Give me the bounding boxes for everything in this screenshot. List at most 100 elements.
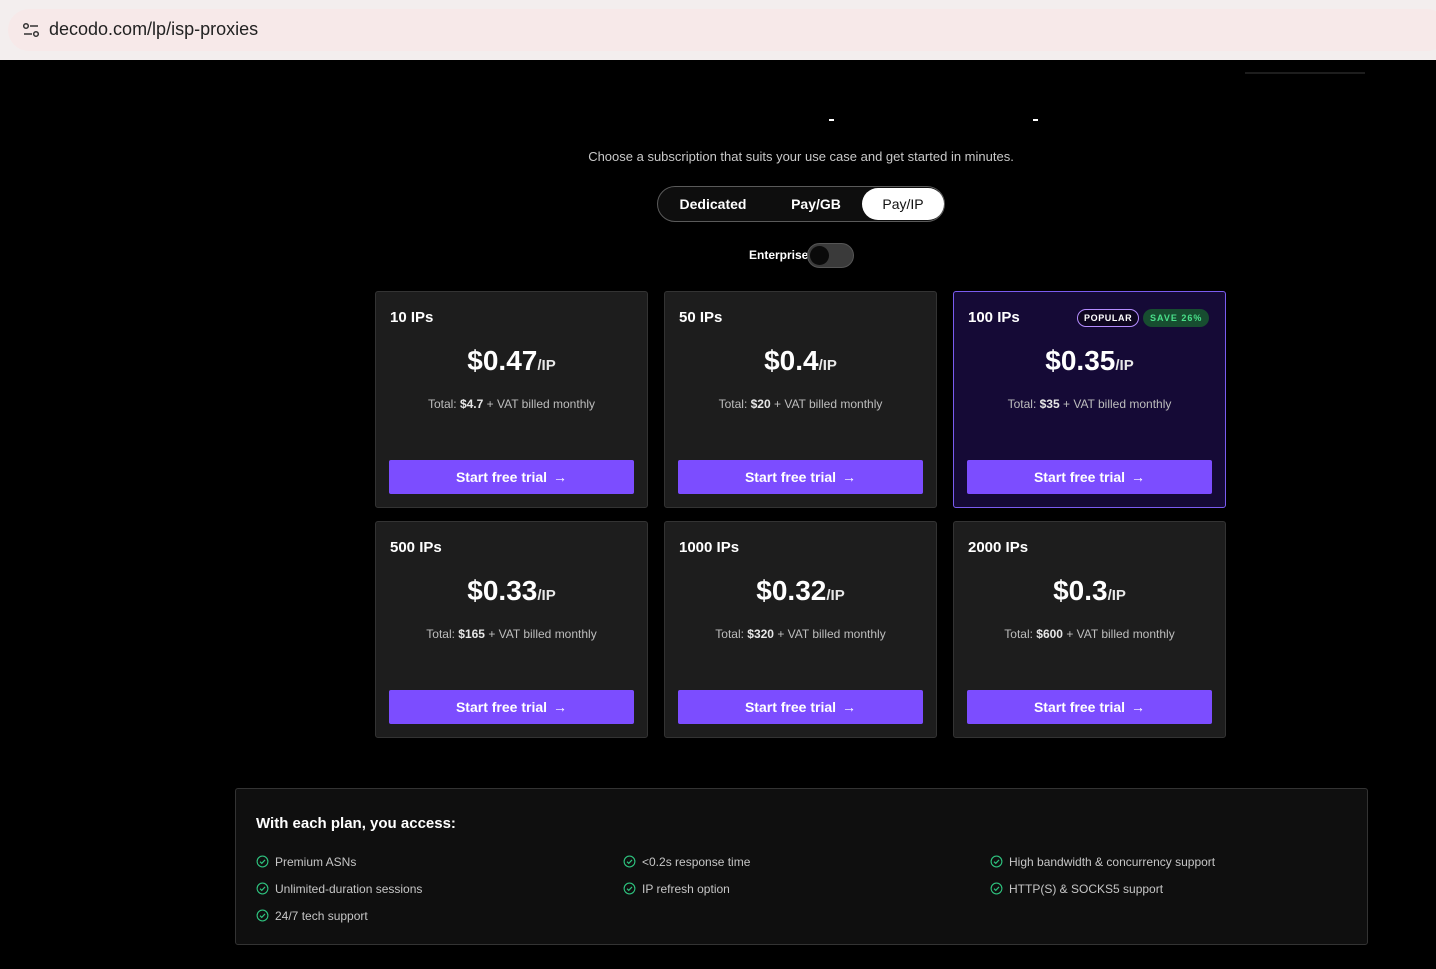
plan-price: $0.33/IP: [376, 575, 647, 607]
plan-price: $0.4/IP: [665, 345, 936, 377]
plan-total: Total: $20 + VAT billed monthly: [665, 397, 936, 411]
total-amount: $165: [458, 627, 485, 641]
plan-total: Total: $35 + VAT billed monthly: [954, 397, 1225, 411]
plan-title: 100 IPs: [968, 309, 1020, 326]
price-unit: /IP: [826, 587, 845, 604]
plan-title: 2000 IPs: [968, 539, 1029, 556]
plan-price: $0.35/IP: [954, 345, 1225, 377]
cta-label: Start free trial: [1033, 699, 1126, 715]
plan-price: $0.47/IP: [376, 345, 647, 377]
price-value: $0.35: [1045, 345, 1116, 376]
plan-card-100: 100 IPs POPULAR SAVE 26% $0.35/IP Total:…: [953, 291, 1226, 508]
feature-item: HTTP(S) & SOCKS5 support: [990, 881, 1163, 897]
tab-pay-gb[interactable]: Pay/GB: [780, 187, 852, 221]
plan-card-2000: 2000 IPs $0.3/IP Total: $600 + VAT bille…: [953, 521, 1226, 738]
arrow-right-icon: →: [1131, 699, 1146, 715]
start-free-trial-button[interactable]: Start free trial →: [678, 690, 923, 724]
total-prefix: Total:: [426, 627, 459, 641]
url-text: decodo.com/lp/isp-proxies: [49, 19, 259, 39]
price-unit: /IP: [537, 587, 556, 604]
site-info-icon[interactable]: [22, 22, 40, 38]
tab-pay-ip[interactable]: Pay/IP: [862, 188, 944, 220]
plan-total: Total: $600 + VAT billed monthly: [954, 627, 1225, 641]
cta-label: Start free trial: [455, 469, 548, 485]
plan-total: Total: $320 + VAT billed monthly: [665, 627, 936, 641]
feature-label: HTTP(S) & SOCKS5 support: [1009, 882, 1164, 896]
start-free-trial-button[interactable]: Start free trial →: [967, 690, 1212, 724]
price-unit: /IP: [818, 357, 837, 374]
pricing-page: Choose a subscription that suits your us…: [0, 60, 1436, 969]
feature-item: 24/7 tech support: [256, 908, 368, 924]
total-prefix: Total:: [718, 397, 751, 411]
check-circle-icon: [256, 855, 269, 868]
plan-title: 500 IPs: [390, 539, 442, 556]
enterprise-label: Enterprise: [749, 248, 809, 262]
arrow-right-icon: →: [842, 469, 857, 485]
pricing-type-tabs: Dedicated Pay/GB Pay/IP: [657, 186, 945, 222]
browser-address-bar: decodo.com/lp/isp-proxies: [0, 0, 1436, 60]
plan-price: $0.3/IP: [954, 575, 1225, 607]
plan-card-10: 10 IPs $0.47/IP Total: $4.7 + VAT billed…: [375, 291, 648, 508]
plan-card-500: 500 IPs $0.33/IP Total: $165 + VAT bille…: [375, 521, 648, 738]
feature-label: Unlimited-duration sessions: [275, 882, 423, 896]
price-unit: /IP: [1115, 357, 1134, 374]
price-value: $0.33: [467, 575, 538, 606]
start-free-trial-button[interactable]: Start free trial →: [678, 460, 923, 494]
plan-card-50: 50 IPs $0.4/IP Total: $20 + VAT billed m…: [664, 291, 937, 508]
feature-label: High bandwidth & concurrency support: [1009, 855, 1216, 869]
popular-badge: POPULAR: [1077, 309, 1140, 327]
check-circle-icon: [623, 882, 636, 895]
check-circle-icon: [623, 855, 636, 868]
feature-label: 24/7 tech support: [275, 909, 368, 923]
arrow-right-icon: →: [553, 469, 568, 485]
start-free-trial-button[interactable]: Start free trial →: [389, 460, 634, 494]
check-circle-icon: [256, 909, 269, 922]
header-divider: [1245, 72, 1365, 74]
price-unit: /IP: [537, 357, 556, 374]
feature-item: IP refresh option: [623, 881, 730, 897]
feature-label: Premium ASNs: [275, 855, 357, 869]
cta-label: Start free trial: [744, 469, 837, 485]
cta-label: Start free trial: [455, 699, 548, 715]
price-value: $0.47: [467, 345, 538, 376]
heading-fragment: [829, 119, 834, 121]
start-free-trial-button[interactable]: Start free trial →: [967, 460, 1212, 494]
total-amount: $4.7: [459, 397, 484, 411]
check-circle-icon: [990, 882, 1003, 895]
total-amount: $600: [1036, 627, 1063, 641]
total-prefix: Total:: [1004, 627, 1037, 641]
arrow-right-icon: →: [553, 699, 568, 715]
total-amount: $35: [1039, 397, 1060, 411]
total-suffix: + VAT billed monthly: [1059, 397, 1172, 411]
price-value: $0.32: [756, 575, 827, 606]
total-prefix: Total:: [427, 397, 460, 411]
price-value: $0.3: [1053, 575, 1108, 606]
check-circle-icon: [256, 882, 269, 895]
tab-dedicated[interactable]: Dedicated: [670, 187, 756, 221]
total-suffix: + VAT billed monthly: [773, 627, 886, 641]
cta-label: Start free trial: [744, 699, 837, 715]
start-free-trial-button[interactable]: Start free trial →: [389, 690, 634, 724]
save-badge: SAVE 26%: [1143, 309, 1210, 327]
total-prefix: Total:: [715, 627, 748, 641]
plan-title: 50 IPs: [679, 309, 723, 326]
feature-item: Unlimited-duration sessions: [256, 881, 422, 897]
features-title: With each plan, you access:: [256, 815, 456, 832]
arrow-right-icon: →: [842, 699, 857, 715]
arrow-right-icon: →: [1131, 469, 1146, 485]
url-field[interactable]: decodo.com/lp/isp-proxies: [8, 9, 1436, 51]
total-suffix: + VAT billed monthly: [484, 627, 597, 641]
feature-item: Premium ASNs: [256, 854, 356, 870]
price-value: $0.4: [764, 345, 819, 376]
feature-label: IP refresh option: [642, 882, 730, 896]
plan-card-1000: 1000 IPs $0.32/IP Total: $320 + VAT bill…: [664, 521, 937, 738]
feature-label: <0.2s response time: [642, 855, 751, 869]
cta-label: Start free trial: [1033, 469, 1126, 485]
plan-total: Total: $4.7 + VAT billed monthly: [376, 397, 647, 411]
plan-title: 1000 IPs: [679, 539, 740, 556]
feature-item: High bandwidth & concurrency support: [990, 854, 1215, 870]
plan-features-box: With each plan, you access: Premium ASNs…: [235, 788, 1368, 945]
plan-title: 10 IPs: [390, 309, 434, 326]
enterprise-toggle[interactable]: [807, 243, 854, 268]
check-circle-icon: [990, 855, 1003, 868]
